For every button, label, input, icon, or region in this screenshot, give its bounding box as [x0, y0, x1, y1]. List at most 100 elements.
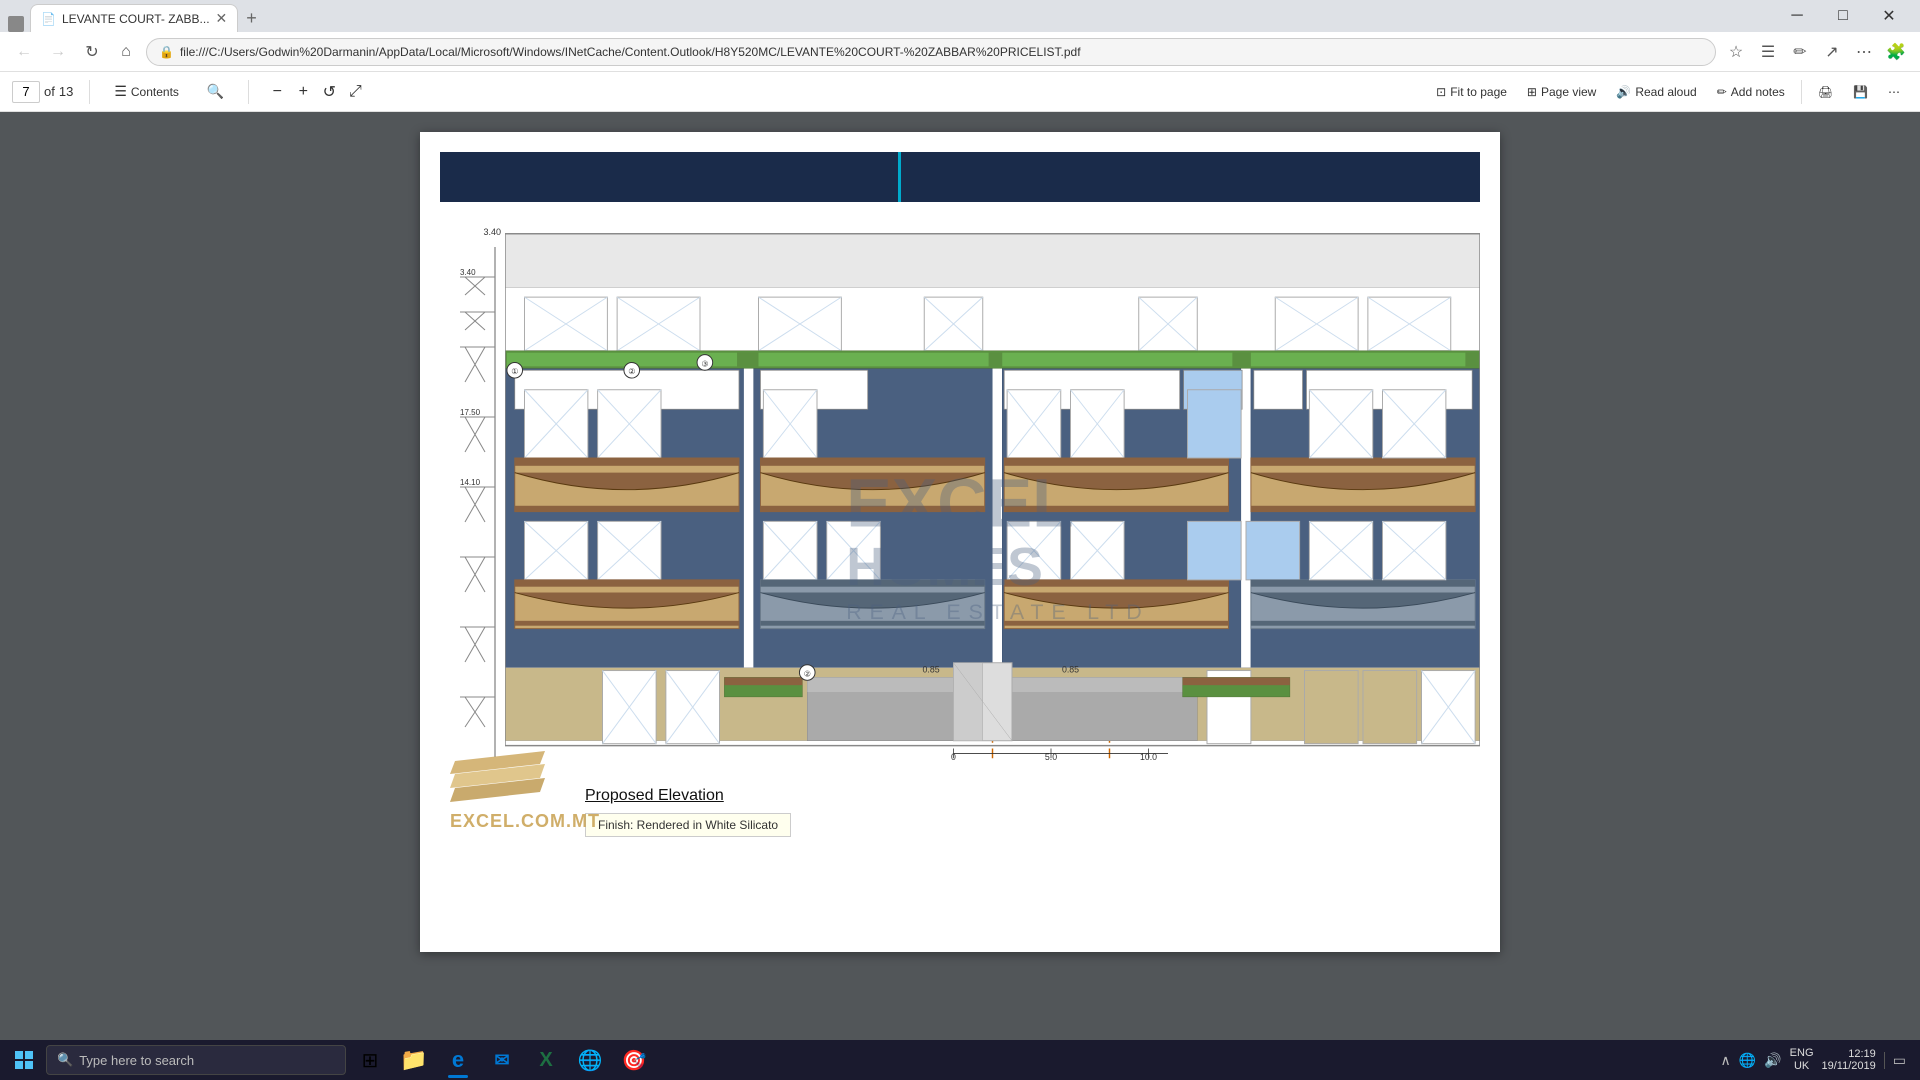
taskbar-app-outlook[interactable]: ✉ [482, 1040, 522, 1080]
taskbar-app-excel[interactable]: X [526, 1040, 566, 1080]
taskbar-taskview[interactable]: ⊞ [350, 1040, 390, 1080]
header-accent-line [898, 152, 901, 202]
add-notes-label: Add notes [1731, 85, 1785, 99]
tab-favicon: 📄 [41, 12, 56, 26]
extensions-icon[interactable]: 🧩 [1882, 38, 1910, 66]
tray-network-icon[interactable]: 🌐 [1739, 1052, 1756, 1069]
fileexplorer-icon: 📁 [400, 1047, 427, 1073]
search-icon: 🔍 [207, 83, 224, 100]
taskbar-app-misc[interactable]: 🎯 [614, 1040, 654, 1080]
content-area: 3.40 [0, 112, 1920, 1040]
page-info: of 13 [12, 81, 73, 103]
drawing-labels: Proposed Elevation [505, 767, 1480, 813]
add-notes-icon: ✏ [1717, 85, 1727, 99]
page-view-label: Page view [1541, 85, 1596, 99]
close-button[interactable]: ✕ [1866, 0, 1912, 32]
search-pdf-button[interactable]: 🔍 [199, 78, 232, 106]
zoom-controls: − + ↺ ⤢ [265, 80, 367, 104]
region-text: UK [1794, 1060, 1809, 1073]
svg-text:EXCEL: EXCEL [846, 465, 1074, 541]
contents-button[interactable]: ☰ Contents [106, 78, 187, 106]
svg-text:②: ② [628, 367, 635, 376]
taskbar-app-chrome[interactable]: 🌐 [570, 1040, 610, 1080]
taskbar-app-fileexplorer[interactable]: 📁 [394, 1040, 434, 1080]
hub-icon[interactable]: ☰ [1754, 38, 1782, 66]
start-button[interactable] [6, 1042, 42, 1078]
lock-icon: 🔒 [159, 45, 174, 59]
active-tab[interactable]: 📄 LEVANTE COURT- ZABB... ✕ [30, 4, 238, 32]
taskbar-system-tray: ∧ 🌐 🔊 ENG UK 12:19 19/11/2019 ▭ [1721, 1047, 1914, 1073]
browser-toolbar-icons: ☆ ☰ ✏ ↗ ⋯ 🧩 [1722, 38, 1910, 66]
clock-time: 12:19 [1848, 1048, 1876, 1060]
taskbar-search[interactable]: 🔍 Type here to search [46, 1045, 346, 1075]
zoom-fit-button[interactable]: ⤢ [343, 80, 367, 104]
pdf-page: 3.40 [420, 132, 1500, 952]
note-label: Finish: Rendered in White Silicato [585, 813, 791, 837]
taskbar-search-text: Type here to search [79, 1053, 194, 1068]
save-button[interactable]: 💾 [1845, 78, 1876, 106]
read-aloud-label: Read aloud [1635, 85, 1696, 99]
home-button[interactable]: ⌂ [112, 38, 140, 66]
language-text: ENG [1790, 1047, 1814, 1060]
watermark-logo-area: EXCEL.COM.MT [450, 746, 600, 832]
page-number-input[interactable] [12, 81, 40, 103]
share-icon[interactable]: ↗ [1818, 38, 1846, 66]
pdf-right-tools: ⊡ Fit to page ⊞ Page view 🔊 Read aloud ✏… [1428, 78, 1908, 106]
page-total: 13 [59, 84, 73, 99]
minimize-button[interactable]: ─ [1774, 0, 1820, 32]
zoom-reset-button[interactable]: ↺ [317, 80, 341, 104]
tab-bar: 📄 LEVANTE COURT- ZABB... ✕ + ─ □ ✕ [8, 0, 1912, 32]
note-label-row: Finish: Rendered in White Silicato [505, 813, 1480, 837]
more-icon[interactable]: ⋯ [1850, 38, 1878, 66]
url-text: file:///C:/Users/Godwin%20Darmanin/AppDa… [180, 45, 1703, 59]
feedback-icon[interactable]: ✏ [1786, 38, 1814, 66]
tray-language[interactable]: ENG UK [1790, 1047, 1814, 1073]
windows-icon [15, 1051, 33, 1069]
title-bar: 📄 LEVANTE COURT- ZABB... ✕ + ─ □ ✕ [0, 0, 1920, 32]
svg-text:③: ③ [701, 359, 708, 368]
favorites-icon[interactable]: ☆ [1722, 38, 1750, 66]
zoom-in-button[interactable]: + [291, 80, 315, 104]
read-aloud-icon: 🔊 [1616, 85, 1631, 99]
chrome-icon: 🌐 [578, 1048, 603, 1073]
contents-icon: ☰ [114, 83, 127, 100]
maximize-button[interactable]: □ [1820, 0, 1866, 32]
fit-to-page-button[interactable]: ⊡ Fit to page [1428, 78, 1515, 106]
ruler-ticks: 3.40 17.50 14.10 [460, 247, 490, 747]
show-desktop-button[interactable]: ▭ [1884, 1052, 1906, 1069]
forward-button[interactable]: → [44, 38, 72, 66]
taskbar-app-edge[interactable]: e [438, 1040, 478, 1080]
more-pdf-icon: ⋯ [1888, 85, 1900, 99]
page-of-text: of [44, 84, 55, 99]
svg-text:②: ② [804, 669, 811, 678]
new-tab-button[interactable]: + [238, 4, 265, 32]
pdf-header-bar [440, 152, 1480, 202]
separator-1 [89, 80, 90, 104]
print-button[interactable]: 🖨 [1810, 78, 1841, 106]
svg-text:17.50: 17.50 [460, 408, 481, 417]
misc-app-icon: 🎯 [622, 1048, 647, 1073]
page-view-button[interactable]: ⊞ Page view [1519, 78, 1604, 106]
tray-clock[interactable]: 12:19 19/11/2019 [1822, 1048, 1876, 1072]
clock-date: 19/11/2019 [1822, 1060, 1876, 1072]
elevation-svg: 0 5.0 10.0 ① ② ③ ② [505, 227, 1480, 767]
zoom-out-button[interactable]: − [265, 80, 289, 104]
tab-close-button[interactable]: ✕ [216, 10, 228, 27]
address-bar[interactable]: 🔒 file:///C:/Users/Godwin%20Darmanin/App… [146, 38, 1716, 66]
tray-show-hidden[interactable]: ∧ [1721, 1052, 1731, 1069]
read-aloud-button[interactable]: 🔊 Read aloud [1608, 78, 1704, 106]
taskbar-search-icon: 🔍 [57, 1052, 73, 1068]
dim-340: 3.40 [483, 227, 501, 237]
refresh-button[interactable]: ↻ [78, 38, 106, 66]
add-notes-button[interactable]: ✏ Add notes [1709, 78, 1793, 106]
back-button[interactable]: ← [10, 38, 38, 66]
logo-text: EXCEL.COM.MT [450, 811, 600, 832]
svg-text:14.10: 14.10 [460, 478, 481, 487]
print-icon: 🖨 [1818, 85, 1833, 99]
separator-2 [248, 80, 249, 104]
page-view-icon: ⊞ [1527, 85, 1537, 99]
svg-text:①: ① [511, 367, 518, 376]
tray-sound-icon[interactable]: 🔊 [1764, 1052, 1781, 1069]
fit-to-page-label: Fit to page [1450, 85, 1507, 99]
more-pdf-button[interactable]: ⋯ [1880, 78, 1908, 106]
